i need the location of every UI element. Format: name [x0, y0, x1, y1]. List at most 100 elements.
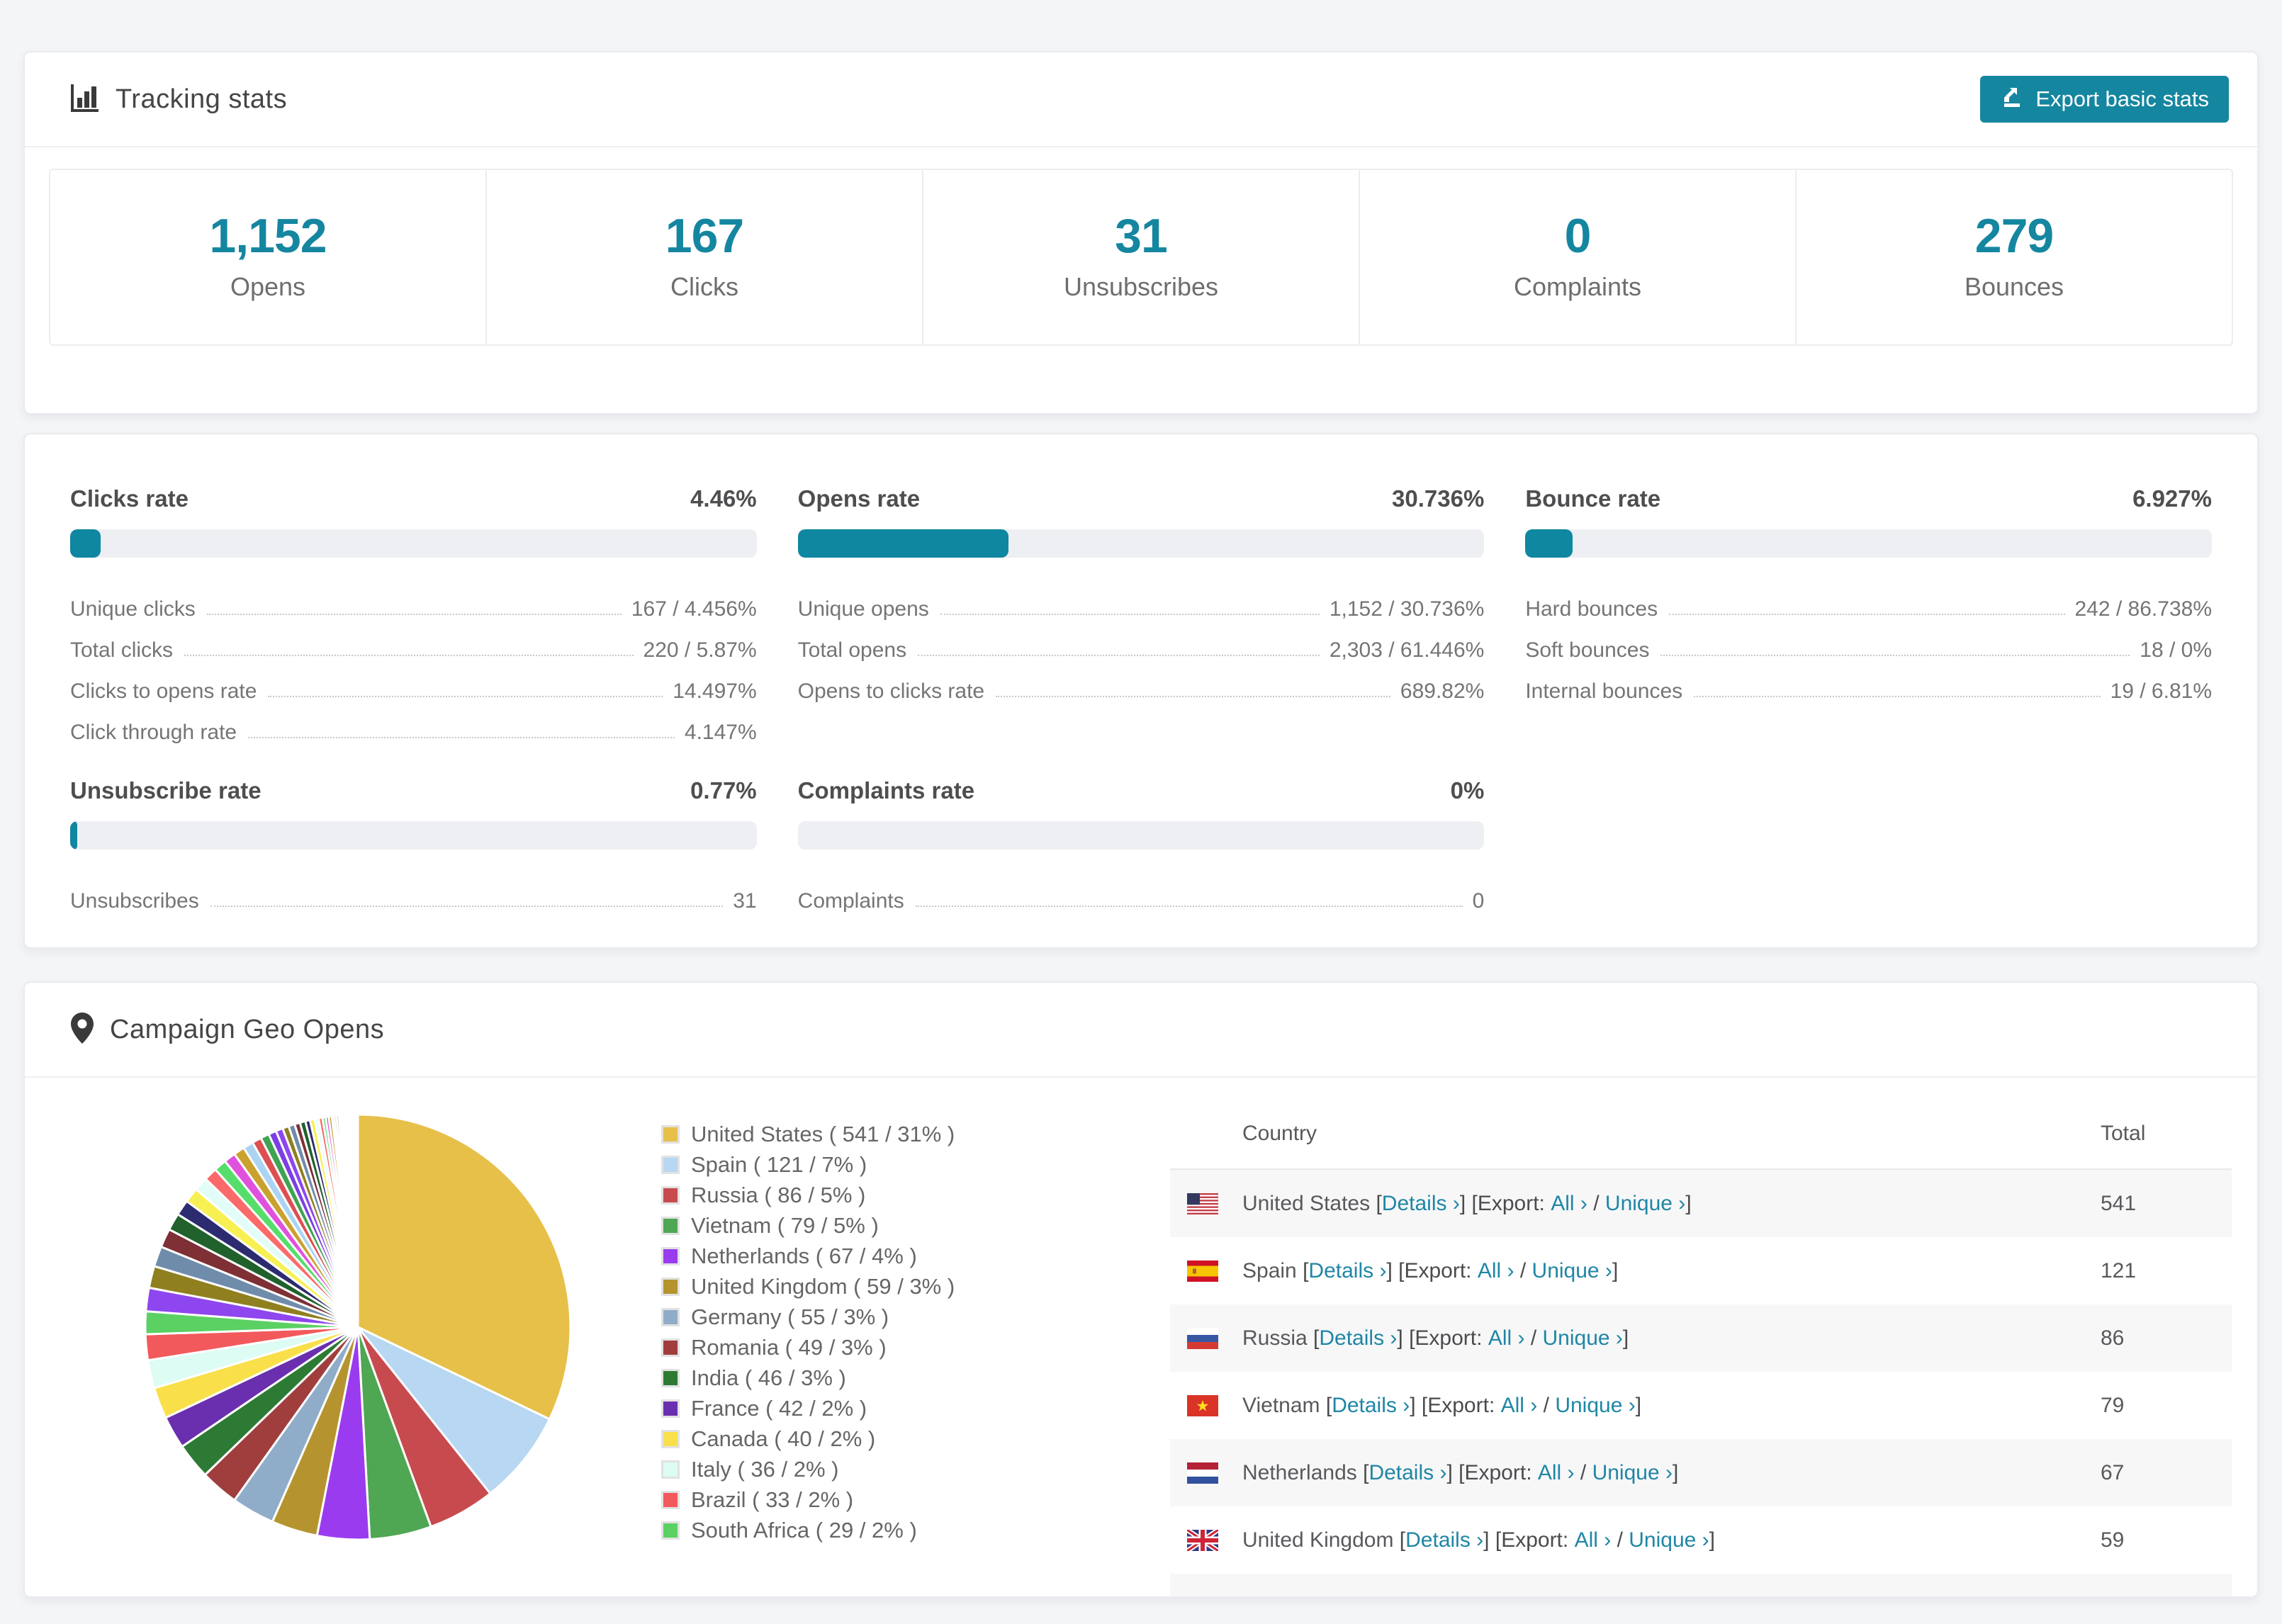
progress-fill [70, 821, 77, 850]
export-unique-link[interactable]: Unique › [1543, 1326, 1623, 1350]
table-row: United Kingdom [Details ›] [Export: All … [1170, 1506, 2232, 1574]
geo-pie-chart [138, 1107, 578, 1547]
export-all-link[interactable]: All › [1538, 1461, 1575, 1485]
legend-label: Romania ( 49 / 3% ) [691, 1334, 887, 1360]
country-cell: United Kingdom [Details ›] [Export: All … [1170, 1527, 2101, 1553]
rate-value: 6.927% [2132, 485, 2212, 512]
rate-row-value: 4.147% [684, 721, 757, 744]
export-all-link[interactable]: All › [1501, 1394, 1538, 1418]
rate-row-label: Unsubscribes [70, 889, 199, 913]
details-link[interactable]: Details › [1382, 1192, 1460, 1216]
progress-bar [1525, 529, 2212, 558]
export-unique-link[interactable]: Unique › [1565, 1596, 1645, 1597]
dotted-leader [1694, 696, 2101, 697]
export-all-link[interactable]: All › [1551, 1192, 1587, 1216]
country-name: United States [1242, 1191, 1371, 1215]
rate-row-label: Total clicks [70, 638, 174, 662]
legend-label: Canada ( 40 / 2% ) [691, 1426, 876, 1451]
rate-row: Clicks to opens rate 14.497% [70, 662, 757, 704]
rate-row-label: Internal bounces [1525, 680, 1683, 703]
legend-label: Brazil ( 33 / 2% ) [691, 1487, 854, 1512]
export-prefix: Export: [1477, 1191, 1545, 1215]
total-column-header: Total [2101, 1122, 2146, 1145]
country-name: Germany [1242, 1596, 1330, 1597]
details-link[interactable]: Details › [1308, 1259, 1386, 1283]
progress-bar [797, 529, 1485, 558]
export-prefix: Export: [1415, 1326, 1483, 1350]
legend-swatch [661, 1460, 680, 1479]
export-all-link[interactable]: All › [1478, 1259, 1514, 1283]
total-cell: 55 [2101, 1596, 2232, 1597]
country-cell: United States [Details ›] [Export: All ›… [1170, 1192, 2101, 1216]
total-cell: 59 [2101, 1528, 2125, 1552]
country-flag-icon [1187, 1260, 1218, 1282]
legend-swatch [661, 1246, 680, 1265]
country-cell: Germany [Details ›] [Export: All › / Uni… [1170, 1596, 2101, 1598]
rate-row-value: 689.82% [1400, 680, 1485, 703]
dotted-leader [915, 906, 1463, 907]
country-flag-icon [1187, 1394, 1218, 1416]
geo-opens-title: Campaign Geo Opens [110, 1014, 385, 1044]
export-all-link[interactable]: All › [1575, 1528, 1612, 1552]
export-button-label: Export basic stats [2035, 86, 2209, 111]
export-unique-link[interactable]: Unique › [1555, 1394, 1635, 1418]
rate-row-label: Click through rate [70, 721, 237, 744]
legend-label: Russia ( 86 / 5% ) [691, 1182, 866, 1207]
country-flag-icon [1186, 1527, 1220, 1553]
country-flag-icon [1187, 1597, 1218, 1598]
tracking-stats-card: Tracking stats Export basic stats 1,152 … [23, 51, 2259, 415]
rate-row: Total clicks 220 / 5.87% [70, 621, 757, 662]
rate-value: 0% [1450, 777, 1485, 803]
country-cell: Vietnam [Details ›] [Export: All › / Uni… [1170, 1394, 2101, 1418]
export-basic-stats-button[interactable]: Export basic stats [1980, 76, 2229, 123]
legend-label: United Kingdom ( 59 / 3% ) [691, 1273, 955, 1299]
divider [25, 146, 2257, 147]
legend-label: Spain ( 121 / 7% ) [691, 1151, 867, 1177]
legend-item: Canada ( 40 / 2% ) [661, 1423, 1086, 1454]
export-all-link[interactable]: All › [1488, 1326, 1525, 1350]
legend-swatch [661, 1490, 680, 1509]
details-link[interactable]: Details › [1319, 1326, 1397, 1350]
export-unique-link[interactable]: Unique › [1629, 1528, 1709, 1552]
export-unique-link[interactable]: Unique › [1592, 1461, 1673, 1485]
stat-label: Opens [230, 272, 306, 301]
rate-row-label: Soft bounces [1525, 638, 1650, 662]
export-prefix: Export: [1437, 1596, 1505, 1597]
legend-item: India ( 46 / 3% ) [661, 1363, 1086, 1393]
details-link[interactable]: Details › [1405, 1528, 1483, 1552]
tracking-stats-header: Tracking stats Export basic stats [25, 52, 2257, 146]
stat-value: 31 [1115, 209, 1168, 263]
stat-box: 31 Unsubscribes [923, 170, 1360, 344]
rate-row: Unique clicks 167 / 4.456% [70, 580, 757, 621]
legend-item: Italy ( 36 / 2% ) [661, 1454, 1086, 1484]
export-unique-link[interactable]: Unique › [1605, 1192, 1685, 1216]
stat-label: Complaints [1513, 272, 1642, 301]
rate-value: 30.736% [1392, 485, 1485, 512]
export-prefix: Export: [1464, 1460, 1532, 1484]
details-link[interactable]: Details › [1368, 1461, 1446, 1485]
stats-summary: 1,152 Opens 167 Clicks 31 Unsubscribes 0… [49, 169, 2233, 346]
details-link[interactable]: Details › [1332, 1394, 1410, 1418]
rate-row: Click through rate 4.147% [70, 704, 757, 745]
rate-row: Opens to clicks rate 689.82% [798, 662, 1485, 704]
export-all-link[interactable]: All › [1510, 1596, 1547, 1597]
legend-swatch [661, 1124, 680, 1144]
rates-grid: Clicks rate 4.46% Unique clicks 167 / 4.… [70, 485, 2212, 913]
rate-row-value: 167 / 4.456% [631, 597, 757, 621]
rate-row-label: Clicks to opens rate [70, 680, 257, 703]
rate-row: Total opens 2,303 / 61.446% [798, 621, 1485, 662]
rate-row-value: 1,152 / 30.736% [1329, 597, 1485, 621]
rate-row-value: 0 [1472, 889, 1485, 913]
table-row: Spain [Details ›] [Export: All › / Uniqu… [1170, 1237, 2232, 1304]
country-cell: Netherlands [Details ›] [Export: All › /… [1170, 1461, 2101, 1485]
legend-item: Vietnam ( 79 / 5% ) [661, 1210, 1086, 1241]
page-title: Tracking stats [116, 84, 288, 114]
details-link[interactable]: Details › [1342, 1596, 1420, 1597]
stat-box: 167 Clicks [487, 170, 923, 344]
table-row: Vietnam [Details ›] [Export: All › / Uni… [1170, 1372, 2232, 1439]
rate-value: 4.46% [690, 485, 757, 512]
rate-row-label: Unique opens [797, 597, 929, 621]
rate-row-value: 220 / 5.87% [643, 638, 757, 662]
stat-box: 1,152 Opens [50, 170, 487, 344]
export-unique-link[interactable]: Unique › [1532, 1259, 1612, 1283]
